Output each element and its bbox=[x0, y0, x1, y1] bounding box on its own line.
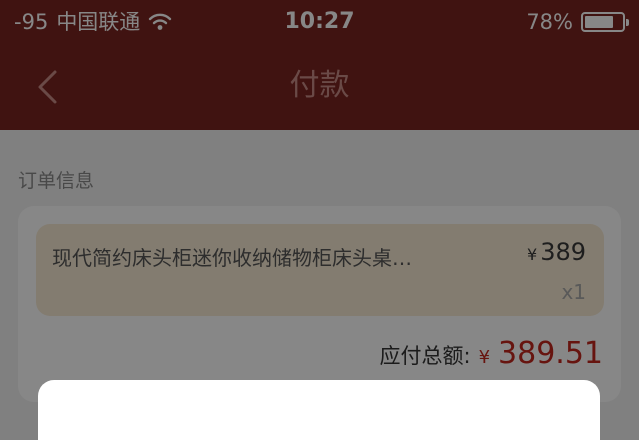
modal-backdrop[interactable] bbox=[0, 0, 639, 440]
payment-sheet[interactable] bbox=[38, 380, 600, 440]
